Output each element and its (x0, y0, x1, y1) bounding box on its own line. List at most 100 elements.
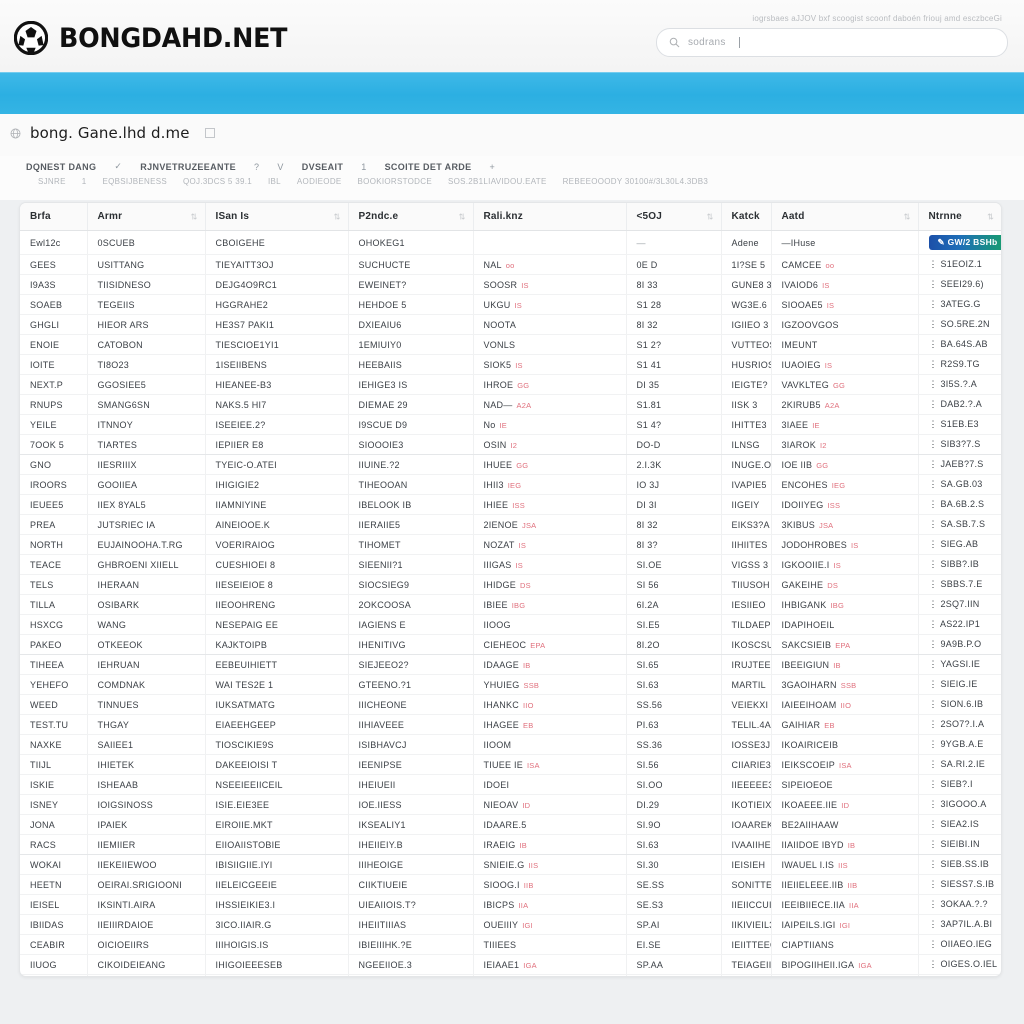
table-row[interactable]: HSXCG WANG NESEPAIG EE IAGIENS E IIOOG SI.E5 T… (20, 614, 1001, 635)
accent-value: SSB (523, 680, 540, 690)
sort-icon[interactable]: ⇅ (191, 212, 198, 221)
nav-secondary-item[interactable]: QOJ.3DCS 5 39.1 (183, 177, 252, 186)
table-row[interactable]: RACS IIEMIIER EIIOAIISTOBIE IHEIIEIY.B IRAEI… (20, 834, 1001, 855)
table-row[interactable]: WOKAI IIEKEIIEWOO IBISIIGIIE.IYI IIIHEOIGE S… (20, 854, 1001, 875)
brand-logo[interactable]: BONGDAHD.NET (14, 21, 302, 55)
nav-primary-item[interactable]: 1 (361, 162, 366, 172)
table-row[interactable]: IBIIDAS IIEIIIRDAIOE 3ICO.IIAIR.G IHEIITIII… (20, 914, 1001, 935)
table-cell: VOERIRAIOG (204, 534, 348, 555)
nav-secondary-item[interactable]: REBEEOOODY 30100#/3L30L4.3DB3 (563, 177, 709, 186)
nav-secondary-item[interactable]: EQBSIJBENESS (102, 177, 167, 186)
table-cell: IEHRUAN (86, 654, 205, 675)
column-header-7[interactable]: Aatd ⇅ (770, 203, 918, 231)
table-cell: RNUPS (20, 394, 87, 415)
table-row[interactable]: IROORS GOOIIEA IHIGIGIE2 TIHEOOAN IHII3 IEG IO… (20, 474, 1001, 495)
accent-value: IGA (858, 960, 872, 970)
table-cell: SONITTES (720, 874, 771, 895)
sort-icon[interactable]: ⇅ (707, 212, 714, 221)
table-row[interactable]: 7OOK 5 TIARTES IEPIIER E8 SIOOOIE3 OSIN I2 DO-… (20, 434, 1001, 455)
nav-secondary-item[interactable]: AODIEODE (297, 177, 342, 186)
nav-secondary-item[interactable]: BOOKIORSTODCE (358, 177, 432, 186)
table-cell: TINNUES (86, 694, 205, 715)
table-row[interactable]: GEES USITTANG TIEYAITT3OJ SUCHUCTE NAL oo 0E D… (20, 254, 1001, 275)
column-header-1[interactable]: Armr ⇅ (86, 203, 205, 231)
table-row[interactable]: PAKEO OTKEEOK KAJKTOIPB IHENITIVG CIEHEOC EPA… (20, 634, 1001, 655)
table-row[interactable]: TIHEEA IEHRUAN EEBEUIHIETT SIEJEEO2? IDAAGE I… (20, 654, 1001, 675)
table-row[interactable]: CEABIR OICIOEIIRS IIIHOIGIS.IS IBIEIIIHK.?E… (20, 934, 1001, 955)
table-cell: IIHIAVEEE (347, 714, 473, 735)
column-header-5[interactable]: <5OJ ⇅ (625, 203, 721, 231)
table-row[interactable]: YEHEFO COMDNAK WAI TES2E 1 GTEENO.?1 YHUIEG S… (20, 674, 1001, 695)
table-row[interactable]: NEXT.P GGOSIEE5 HIEANEE-B3 IEHIGE3 IS IHROE G… (20, 374, 1001, 395)
table-row[interactable]: ENOIE CATOBON TIESCIOE1YI1 1EMIUIY0 VONLS S1 … (20, 334, 1001, 355)
table-row[interactable]: YEILE ITNNOY ISEEIEE.2? I9SCUE D9 No IE S1 4? I… (20, 414, 1001, 435)
table-row[interactable]: IOITE TI8O23 1ISEIIBENS HEEBAIIS SIOK5 IS S1 4… (20, 354, 1001, 375)
highlighted-badge[interactable]: ✎ GW/2 BSHb (928, 235, 1001, 250)
table-row[interactable]: TEHOAL...UREEIIAIOSEIIEIIIEEIE.I1IWAAYII… (20, 974, 1001, 976)
table-row[interactable]: TILLA OSIBARK IIEOOHRENG 2OKCOOSA IBIEE IBG 6I… (20, 594, 1001, 615)
table-cell: JONA (20, 814, 87, 835)
nav-primary-item[interactable]: ? (254, 162, 259, 172)
accent-value: IIB (847, 880, 858, 890)
table-row[interactable]: HEETN OEIRAI.SRIGIOONI IIELEICGEEIE CIIKTIU… (20, 874, 1001, 895)
table-cell: IKOTIEIX (720, 794, 771, 815)
accent-value: A2A (516, 400, 532, 410)
table-cell: IESIIEO (720, 594, 771, 615)
table-row[interactable]: RNUPS SMANG6SN NAKS.5 HI7 DIEMAE 29 NAD— A2A S… (20, 394, 1001, 415)
nav-secondary-item[interactable]: SJNRE (38, 177, 66, 186)
table-row[interactable]: NAXKE SAIIEE1 TIOSCIKIE9S ISIBHAVCJ IIOOM SS.… (20, 734, 1001, 755)
active-tab[interactable]: bong. Gane.lhd d.me (10, 124, 215, 142)
table-row[interactable]: TEACE GHBROENI XIIELL CUESHIOEI 8 SIEENII?1… (20, 554, 1001, 575)
nav-primary-item[interactable]: DVSEAIT (302, 162, 343, 172)
column-header-6[interactable]: Katck (720, 203, 771, 231)
table-row[interactable]: PREA JUTSRIEC IA AINEIOOE.K IIERAIIE5 2IENOE… (20, 514, 1001, 535)
nav-secondary-item[interactable]: SOS.2B1LIAVIDOU.EATE (448, 177, 547, 186)
nav-primary-item[interactable]: + (490, 162, 496, 172)
table-cell: IBIEE IBG (472, 594, 626, 615)
search-input[interactable]: sodrans (656, 28, 1008, 57)
table-row[interactable]: I9A3S TIISIDNESO DEJG4O9RC1 EWEINET? SOOSR IS… (20, 274, 1001, 295)
table-cell: EIIOAIISTOBIE (204, 834, 348, 855)
column-header-0[interactable]: Brfa (20, 203, 87, 231)
table-row[interactable]: ISNEY IOIGSINOSS ISIE.EIE3EE IOE.IIESS NIEOA… (20, 794, 1001, 815)
table-row[interactable]: TEST.TU THGAY EIAEEHGEEP IIHIAVEEE IHAGEE EB P… (20, 714, 1001, 735)
table-cell: S1 28 (625, 294, 721, 315)
table-cell: IHUEE GG (472, 454, 626, 475)
table-row[interactable]: IEISEL IKSINTI.AIRA IHSSIEIKIE3.I UIEAIIOIS… (20, 894, 1001, 915)
table-row[interactable]: TIIJL IHIETEK DAKEEIOISI T IEENIPSE TIUEE IE… (20, 754, 1001, 775)
column-header-4[interactable]: Rali.knz (472, 203, 626, 231)
sort-icon[interactable]: ⇅ (459, 212, 466, 221)
column-header-2[interactable]: ISan Is ⇅ (204, 203, 348, 231)
table-row[interactable]: SOAEB TEGEIIS HGGRAHE2 HEHDOE 5 UKGU IS S1 28 W… (20, 294, 1001, 315)
table-row[interactable]: ISKIE ISHEAAB NSEEIEEIICEIL IHEIUEII IDOEI SI… (20, 774, 1001, 795)
column-header-3[interactable]: P2ndc.e ⇅ (347, 203, 473, 231)
table-row[interactable]: GHGLI HIEOR ARS HE3S7 PAKI1 DXIEAIU6 NOOTA 8I… (20, 314, 1001, 335)
nav-secondary-item[interactable]: IBL (268, 177, 281, 186)
accent-value: oo (505, 260, 515, 270)
table-row[interactable]: JONA IPAIEK EIROIIE.MKT IKSEALIY1 IDAARE.5 SI… (20, 814, 1001, 835)
table-cell: IIIGAS IS (472, 554, 626, 575)
table-cell: No IE (472, 414, 626, 435)
column-header-8[interactable]: Ntrnne ⇅ (917, 203, 1001, 231)
nav-primary-item[interactable]: V (277, 162, 283, 172)
table-row[interactable]: IIUOG CIKOIDEIEANG IHIGOIEEESEB NGEEIIOE.3 I… (20, 954, 1001, 975)
nav-primary-item[interactable]: ✓ (114, 161, 122, 172)
table-row[interactable]: TELS IHERAAN IIESEIEIOE 8 SIOCSIEG9 IHIDGE DS… (20, 574, 1001, 595)
page-root: BONGDAHD.NET iogrsbaes aJJOV bxf scoogis… (0, 0, 1024, 1024)
sort-icon[interactable]: ⇅ (904, 212, 911, 221)
table-cell: GGOSIEE5 (86, 374, 205, 395)
table-cell: IDOEI (472, 774, 626, 795)
nav-primary-item[interactable]: RJNVETRUZEEANTE (140, 162, 236, 172)
nav-primary-item[interactable]: DQNEST DANG (26, 162, 96, 172)
table-row[interactable]: IEUEE5 IIEX 8YAL5 IIAMNIYINE IBELOOK IB IHIE… (20, 494, 1001, 515)
table-cell: NAXKE (20, 734, 87, 755)
nav-primary-item[interactable]: SCOITE DET ARDE (385, 162, 472, 172)
table-row[interactable]: GNO IIESRIIIX TYEIC-O.ATEI IIUINE.?2 IHUEE GG… (20, 454, 1001, 475)
table-row[interactable]: NORTH EUJAINOOHA.T.RG VOERIRAIOG TIHOMET NOZ… (20, 534, 1001, 555)
sort-icon[interactable]: ⇅ (987, 212, 994, 221)
sort-icon[interactable]: ⇅ (334, 212, 341, 221)
nav-secondary-item[interactable]: 1 (82, 177, 87, 186)
restore-window-icon[interactable] (204, 128, 215, 138)
table-row[interactable]: WEED TINNUES IUKSATMATG IIICHEONE IHANKC IIO S… (20, 694, 1001, 715)
table-row[interactable]: Ewl12c 0SCUEB CBOIGEHE OHOKEG1 — Adene —IHuse ✎… (20, 230, 1001, 255)
